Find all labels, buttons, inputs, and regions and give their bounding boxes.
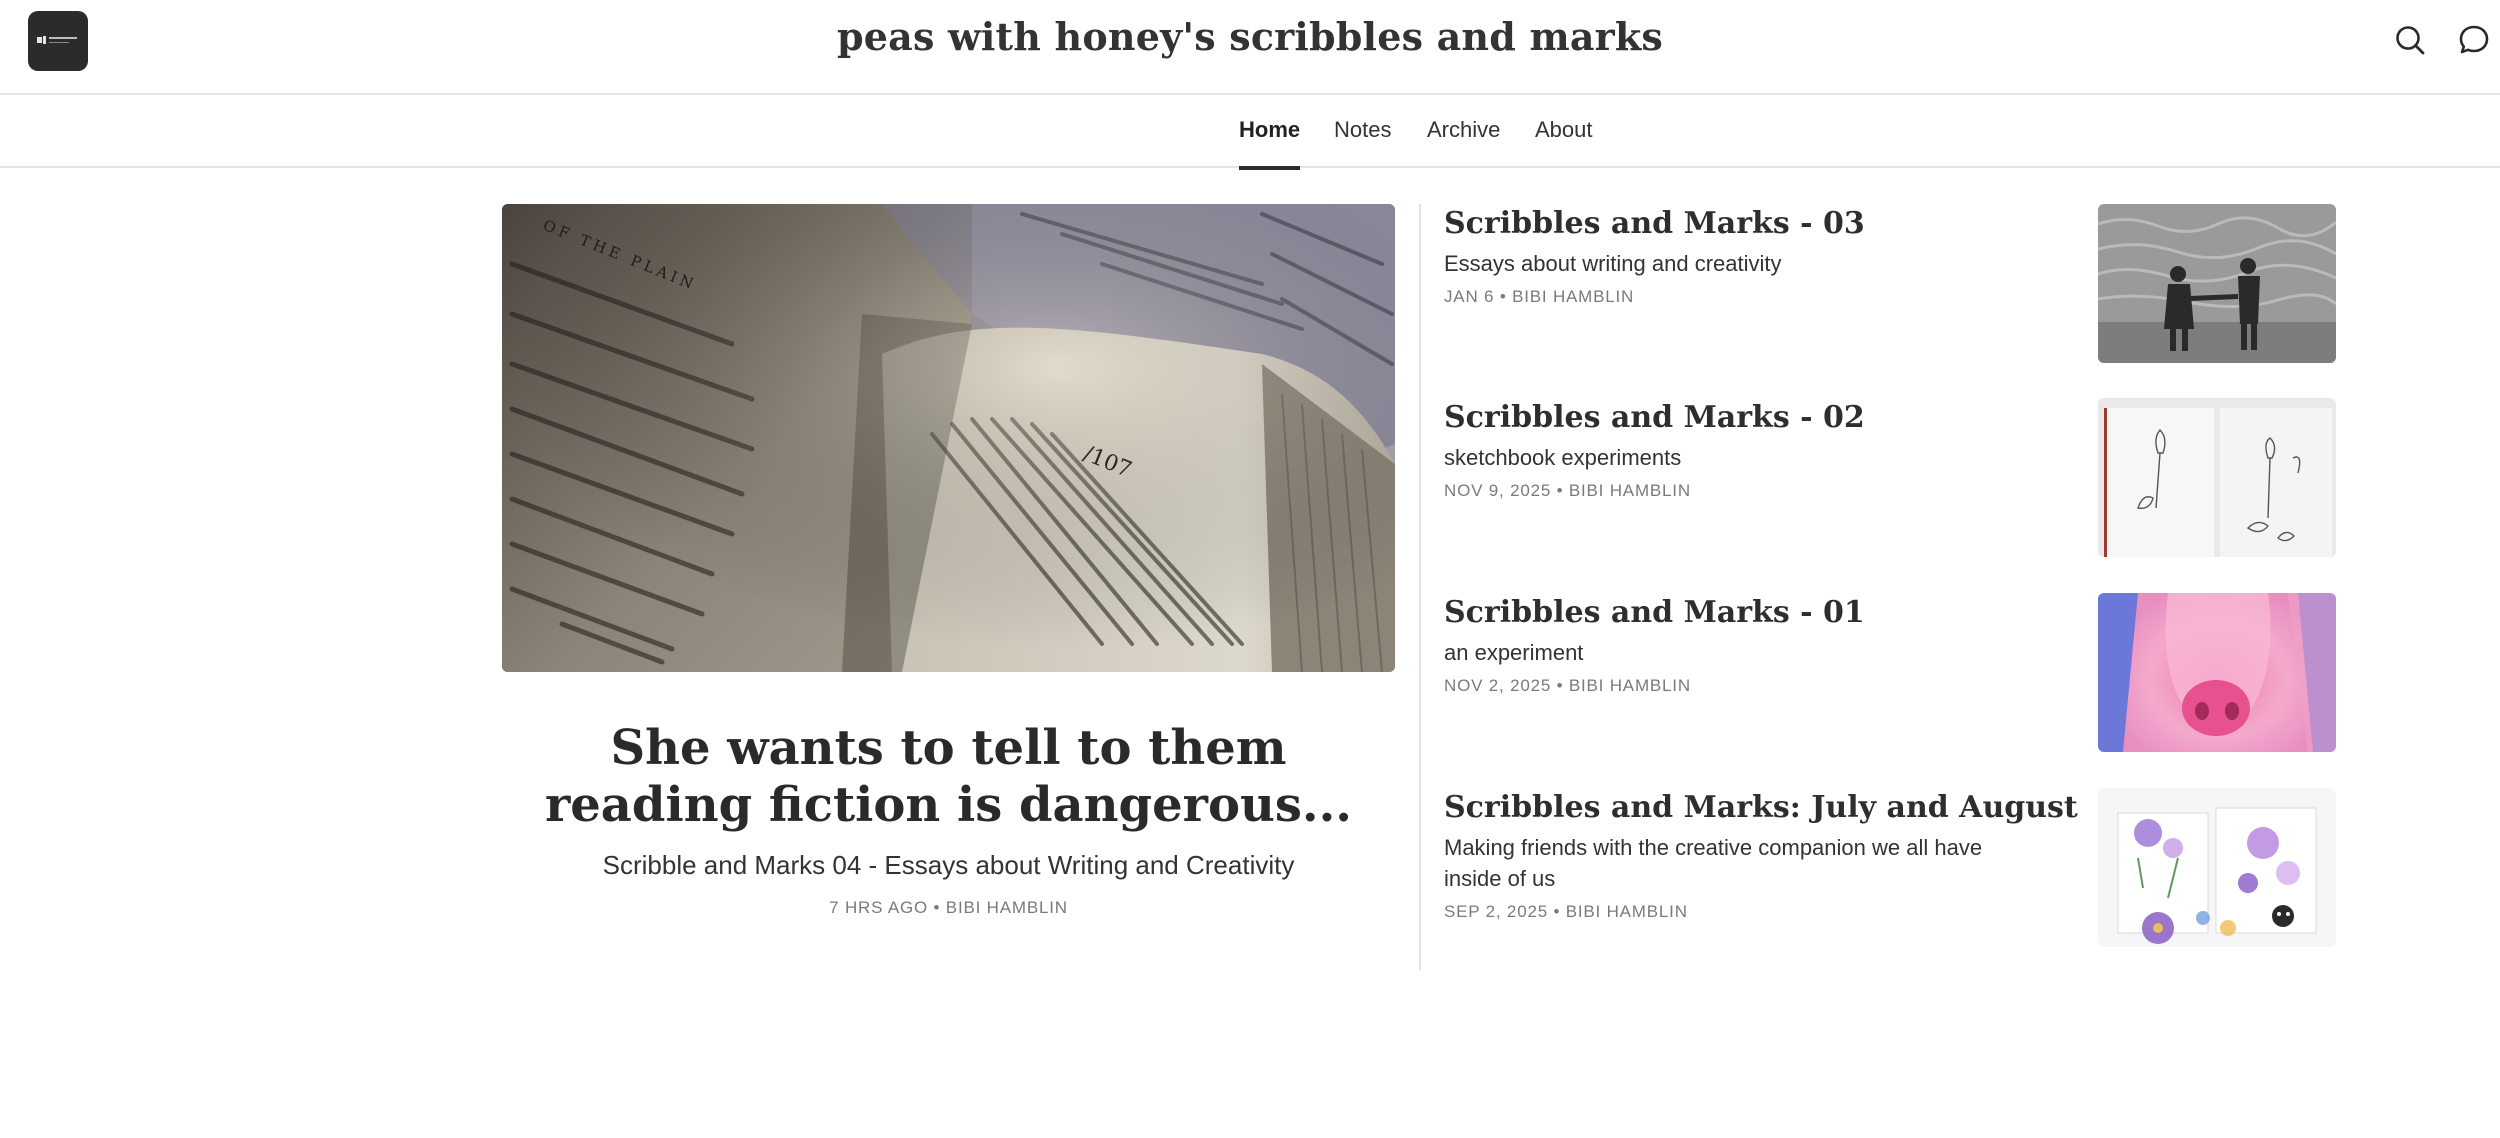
nav-tab-notes[interactable]: Notes bbox=[1334, 117, 1391, 168]
main-nav: Home Notes Archive About bbox=[0, 95, 2500, 170]
post-thumbnail[interactable] bbox=[2098, 204, 2336, 363]
post-subtitle: Essays about writing and creativity bbox=[1444, 251, 1782, 276]
pink-horse-painting-image bbox=[2098, 593, 2336, 752]
post-list-item[interactable]: Scribbles and Marks: July and August Mak… bbox=[1444, 788, 2336, 947]
post-subtitle: Making friends with the creative compani… bbox=[1444, 835, 1983, 891]
nav-tab-archive[interactable]: Archive bbox=[1427, 117, 1500, 168]
nav-tab-about[interactable]: About bbox=[1535, 117, 1593, 168]
featured-post-meta: 7 HRS AGO • BIBI HAMBLIN bbox=[829, 898, 1068, 917]
post-subtitle: sketchbook experiments bbox=[1444, 445, 1682, 470]
column-divider bbox=[1419, 204, 1421, 970]
post-subtitle: an experiment bbox=[1444, 640, 1584, 665]
chat-bubble-icon[interactable] bbox=[2456, 22, 2492, 58]
featured-title-line-1: She wants to tell to them bbox=[610, 720, 1287, 776]
post-thumbnail[interactable] bbox=[2098, 593, 2336, 752]
post-list-item[interactable]: Scribbles and Marks - 01 an experiment N… bbox=[1444, 593, 2336, 752]
watercolor-flowers-image bbox=[2098, 788, 2336, 947]
nav-tab-home[interactable]: Home bbox=[1239, 117, 1301, 170]
open-book-illustration: /107 OF THE PLAIN bbox=[502, 204, 1395, 672]
beach-silhouettes-image bbox=[2098, 204, 2336, 363]
featured-post-subtitle[interactable]: Scribble and Marks 04 - Essays about Wri… bbox=[502, 850, 1395, 881]
featured-post-title[interactable]: She wants to tell to them reading fictio… bbox=[502, 720, 1395, 834]
post-list-item[interactable]: Scribbles and Marks - 03 Essays about wr… bbox=[1444, 204, 2336, 363]
search-icon[interactable] bbox=[2392, 22, 2428, 58]
site-title[interactable]: peas with honey's scribbles and marks bbox=[0, 14, 2500, 59]
featured-post-image[interactable]: /107 OF THE PLAIN bbox=[502, 204, 1395, 672]
post-list-item[interactable]: Scribbles and Marks - 02 sketchbook expe… bbox=[1444, 398, 2336, 557]
sketchbook-flowers-image bbox=[2098, 398, 2336, 557]
featured-title-line-2: reading fiction is dangerous... bbox=[544, 777, 1353, 833]
post-thumbnail[interactable] bbox=[2098, 398, 2336, 557]
top-bar: peas with honey's scribbles and marks bbox=[0, 0, 2500, 95]
post-thumbnail[interactable] bbox=[2098, 788, 2336, 947]
